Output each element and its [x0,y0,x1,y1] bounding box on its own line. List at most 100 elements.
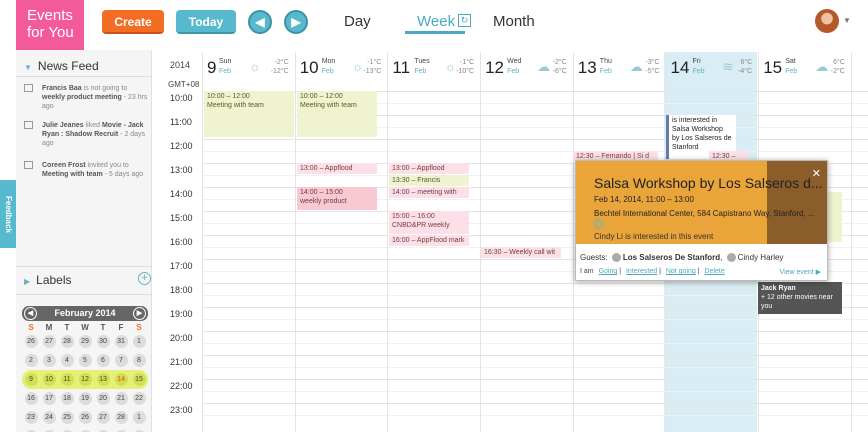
mini-calendar-day[interactable]: 31 [112,335,130,348]
mini-calendar-day[interactable]: 26 [22,335,40,348]
app-logo[interactable]: Events for You [16,0,84,59]
day-header[interactable]: 10 Mon Feb ☼ -1°C -13°C [294,52,388,90]
mini-calendar-day[interactable]: 16 [22,392,40,405]
mini-calendar-day[interactable]: 20 [94,392,112,405]
day-number: 9 [207,58,217,77]
tab-week[interactable]: Week [417,13,455,30]
mini-calendar-day[interactable]: 1 [130,335,148,348]
event-weekly-call[interactable]: 16:30 – Weekly call wit [481,247,561,258]
mini-calendar-week: 2345678 [22,351,148,370]
event-weekly-product[interactable]: 14:00 – 15:00 weekly product [297,187,377,210]
user-avatar[interactable] [815,9,839,33]
weather-icon: ☁ [629,59,643,74]
day-header[interactable]: 14 Fri Feb ≋ 6°C -4°C [665,52,759,90]
movie-suggestion[interactable]: Jack Ryan + 12 other movies near you [758,282,842,314]
today-button[interactable]: Today [176,10,236,34]
rsvp-actions: I am Going | Interested | Not going | De… [580,268,725,275]
event-appflood[interactable]: 13:00 – Appflood [297,163,377,174]
event-appflood-mark[interactable]: 16:00 – AppFlood mark [389,235,469,246]
mini-calendar-day[interactable]: 27 [94,411,112,424]
mini-calendar-day[interactable]: 18 [58,392,76,405]
not-going-link[interactable]: Not going [666,268,696,275]
view-event-link[interactable]: View event ▶ [780,268,821,276]
day-header[interactable]: 11 Tues Feb ☼ -1°C -10°C [387,52,480,90]
feed-item[interactable]: Coreen Frost invited you to Meeting with… [24,161,148,179]
next-week-button[interactable]: ▶ [284,10,308,34]
mini-calendar-day[interactable]: 10 [40,373,58,386]
event-meeting-with-team[interactable]: 10:00 – 12:00 Meeting with team [297,91,377,137]
mini-calendar-day[interactable]: 19 [76,392,94,405]
mini-calendar-day[interactable]: 11 [58,373,76,386]
mini-calendar-day[interactable]: 15 [130,373,148,386]
event-fernando[interactable]: 12:30 – Fernando | Si d [573,151,658,160]
mini-calendar-day[interactable]: 28 [112,411,130,424]
day-header[interactable]: 12 Wed Feb ☁ -2°C -6°C [480,52,573,90]
mini-calendar-day[interactable]: 26 [76,411,94,424]
feedback-tab[interactable]: Feedback [0,180,16,248]
hour-gridline [202,403,868,404]
event-appflood[interactable]: 13:00 – Appflood [389,163,469,174]
mini-calendar-day[interactable]: 28 [58,335,76,348]
mini-calendar-day[interactable]: 22 [130,392,148,405]
going-link[interactable]: Going [599,268,618,275]
mini-calendar-day[interactable]: 23 [22,411,40,424]
tab-month[interactable]: Month [493,13,535,30]
day-column-line [202,52,203,432]
temperature: -1°C -10°C [456,59,475,75]
day-name: Wed [507,58,522,65]
temperature: 6°C -2°C [830,59,845,75]
event-francis[interactable]: 13:30 – Francis [389,175,469,186]
event-meeting-with-team[interactable]: 10:00 – 12:00 Meeting with team [204,91,294,137]
mini-calendar-day[interactable]: 13 [94,373,112,386]
day-header[interactable]: 9 Sun Feb ☼ -2°C -12°C [202,52,295,90]
mini-calendar-day[interactable]: 4 [58,354,76,367]
day-header[interactable]: 15 Sat Feb ☁ 6°C -2°C [758,52,851,90]
mini-calendar-day[interactable]: 7 [112,354,130,367]
mini-calendar-day[interactable]: 27 [40,335,58,348]
mini-calendar-day[interactable]: 2 [22,354,40,367]
event-strip [828,192,842,242]
delete-link[interactable]: Delete [705,268,725,275]
interested-link[interactable]: Interested [626,268,657,275]
mini-calendar-day[interactable]: 6 [94,354,112,367]
mini-prev-month-button[interactable]: ◀ [24,307,37,320]
mini-calendar-day[interactable]: 17 [40,392,58,405]
mini-calendar-week: 16 17 18 19 20 21 22 [22,389,148,408]
event-friday-1230[interactable]: 12:30 – [709,151,749,160]
mini-calendar-day[interactable]: 30 [94,335,112,348]
create-button[interactable]: Create [102,10,164,34]
mini-calendar-day[interactable]: 29 [76,335,94,348]
mini-calendar-day[interactable]: 21 [112,392,130,405]
day-column-line [572,52,574,432]
tab-day[interactable]: Day [344,13,371,30]
prev-week-button[interactable]: ◀ [248,10,272,34]
event-cnbd-pr-weekly[interactable]: 15:00 – 16:00 CNBD&PR weekly [389,211,469,234]
mini-calendar-day[interactable]: 9 [22,373,40,386]
popup-guests: Guests: Los Salseros De Stanford, Cindy … [580,253,784,262]
news-feed-header[interactable]: ▼ News Feed [24,59,99,73]
feed-item[interactable]: Julie Jeanes liked Movie - Jack Ryan : S… [24,121,148,148]
labels-header[interactable]: ▶ Labels [24,273,72,287]
hour-gridline [202,139,868,140]
mini-calendar-week: 9 10 11 12 13 14 15 [22,370,148,389]
guest-avatar [726,253,736,262]
mini-calendar-day[interactable]: 12 [76,373,94,386]
event-meeting-with-he[interactable]: 14:00 – meeting with he [389,187,469,198]
mini-calendar-day[interactable]: 24 [40,411,58,424]
mini-calendar-day[interactable]: 25 [58,411,76,424]
refresh-icon[interactable]: ↻ [458,14,471,27]
mini-calendar-day[interactable]: 1 [130,411,148,424]
chevron-down-icon[interactable]: ▼ [843,16,851,25]
mini-next-month-button[interactable]: ▶ [133,307,146,320]
add-label-button[interactable]: + [138,272,151,285]
mini-calendar-weekdays: S M T W T F S [28,323,142,332]
mini-calendar-day[interactable]: 14 [112,373,130,386]
mini-calendar-day[interactable]: 8 [130,354,148,367]
hour-label: 13:00 [170,165,193,175]
day-name: Fri [692,58,701,65]
mini-calendar-day[interactable]: 3 [40,354,58,367]
mini-calendar-day[interactable]: 5 [76,354,94,367]
close-icon[interactable]: ✕ [812,167,821,180]
day-header[interactable]: 13 Thu Feb ☁ -3°C -5°C [572,52,666,90]
feed-item[interactable]: Francis Baa is not going to weekly produ… [24,84,148,111]
